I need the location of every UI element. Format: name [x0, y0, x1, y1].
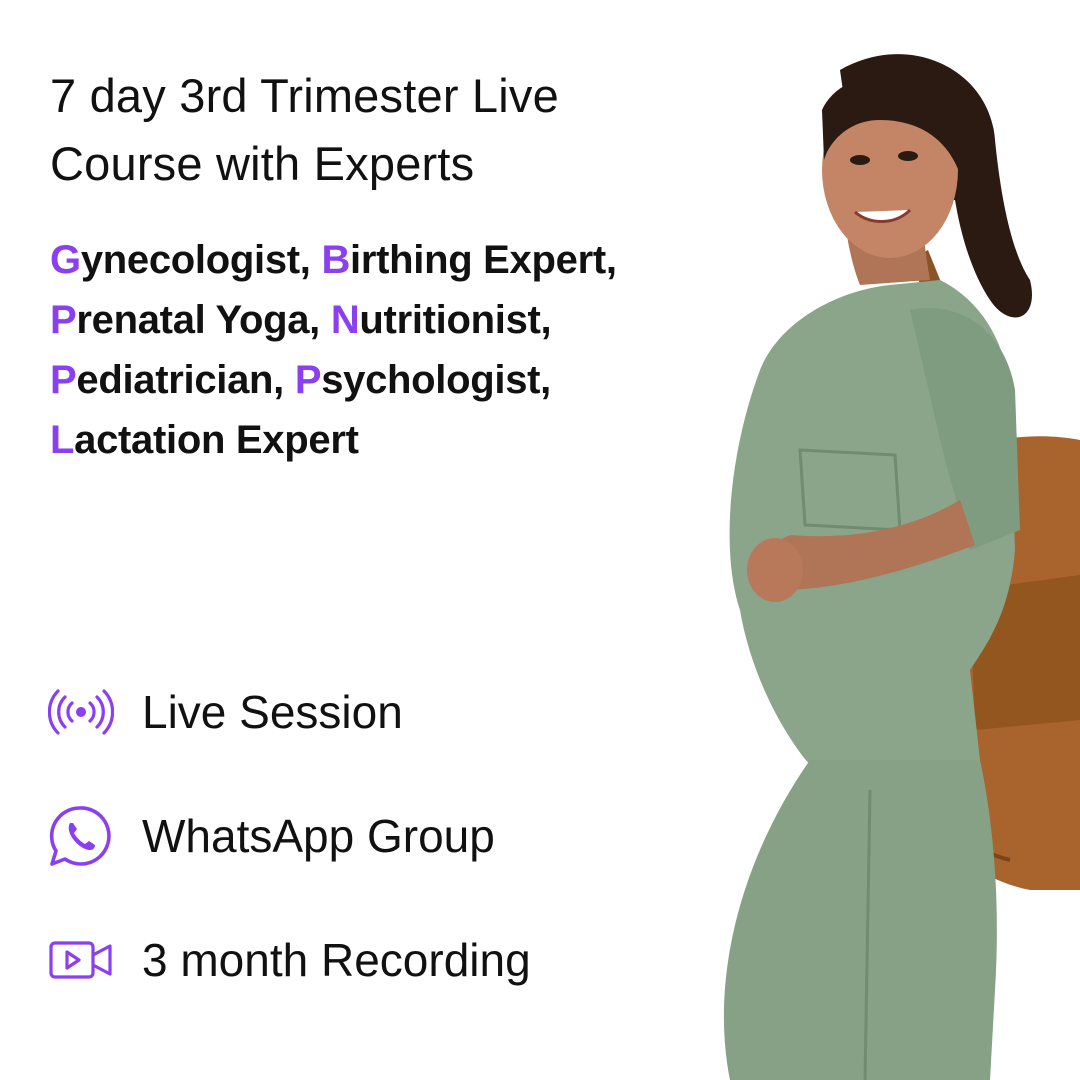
live-broadcast-icon — [48, 680, 114, 744]
video-camera-icon — [48, 928, 114, 992]
expert-pediatrician: Pediatrician, — [50, 358, 284, 402]
pregnant-woman-photo — [723, 54, 1080, 1080]
expert-birthing: Birthing Expert, — [321, 238, 617, 282]
expert-prenatal-yoga: Prenatal Yoga, — [50, 298, 320, 342]
feature-label: Live Session — [142, 686, 403, 738]
feature-label: WhatsApp Group — [142, 810, 495, 862]
expert-nutritionist: Nutritionist, — [330, 298, 552, 342]
whatsapp-icon — [48, 804, 114, 868]
expert-lactation: Lactation Expert — [50, 418, 359, 462]
title-line-2: Course with Experts — [50, 137, 475, 190]
feature-live-session: Live Session — [48, 680, 531, 744]
course-title: 7 day 3rd Trimester Live Course with Exp… — [50, 62, 690, 198]
features-list: Live Session WhatsApp Group 3 month Reco… — [48, 680, 531, 1052]
expert-gynecologist: Gynecologist, — [50, 238, 311, 282]
feature-recording: 3 month Recording — [48, 928, 531, 992]
expert-psychologist: Psychologist, — [294, 358, 551, 402]
feature-label: 3 month Recording — [142, 934, 531, 986]
title-line-1: 7 day 3rd Trimester Live — [50, 69, 559, 122]
feature-whatsapp-group: WhatsApp Group — [48, 804, 531, 868]
